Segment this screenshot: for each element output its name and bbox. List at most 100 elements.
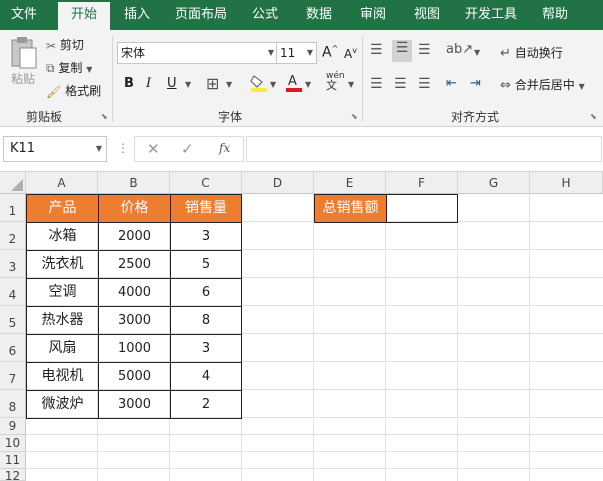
italic-button[interactable]: I <box>146 76 151 91</box>
wrap-text-button[interactable]: ↵ 自动换行 <box>500 44 563 61</box>
chevron-down-icon[interactable]: ▼ <box>185 80 191 89</box>
cancel-icon[interactable]: ✕ <box>147 140 160 158</box>
total-sales-label-cell[interactable]: 总销售额 <box>314 194 387 223</box>
format-painter-button[interactable]: 🖌 格式刷 <box>46 82 101 99</box>
table-cell[interactable]: 热水器 <box>26 306 99 335</box>
align-right-button[interactable]: ☰ <box>418 76 431 92</box>
table-cell[interactable]: 6 <box>170 278 242 307</box>
row-header[interactable]: 5 <box>0 306 26 334</box>
chevron-down-icon[interactable]: ▼ <box>579 82 585 91</box>
table-cell[interactable]: 1000 <box>98 334 171 363</box>
cut-button[interactable]: ✂ 剪切 <box>46 36 84 53</box>
table-cell[interactable]: 3000 <box>98 390 171 419</box>
column-header-c[interactable]: C <box>170 172 242 194</box>
table-cell[interactable]: 3000 <box>98 306 171 335</box>
formula-input[interactable] <box>246 136 602 162</box>
table-cell[interactable]: 5000 <box>98 362 171 391</box>
copy-button[interactable]: ⧉ 复制 ▼ <box>46 59 92 76</box>
table-header-cell[interactable]: 销售量 <box>170 194 242 223</box>
align-bottom-button[interactable]: ☰ <box>418 42 431 58</box>
table-cell[interactable]: 微波炉 <box>26 390 99 419</box>
table-cell[interactable]: 3 <box>170 334 242 363</box>
font-size-select[interactable]: 11 ▼ <box>276 42 317 64</box>
tab-developer[interactable]: 开发工具 <box>458 0 524 30</box>
chevron-down-icon[interactable]: ▼ <box>226 80 232 89</box>
column-header-f[interactable]: F <box>386 172 458 194</box>
table-cell[interactable]: 4000 <box>98 278 171 307</box>
row-header[interactable]: 10 <box>0 435 26 452</box>
name-box[interactable]: K11 ▼ <box>3 136 107 162</box>
table-cell[interactable]: 8 <box>170 306 242 335</box>
column-header-g[interactable]: G <box>458 172 530 194</box>
enter-icon[interactable]: ✓ <box>181 140 194 158</box>
shrink-font-button[interactable]: Av <box>344 46 357 61</box>
bold-button[interactable]: B <box>124 76 134 91</box>
font-color-button[interactable]: A <box>285 72 303 95</box>
align-top-button[interactable]: ☰ <box>370 42 383 58</box>
table-cell[interactable]: 5 <box>170 250 242 279</box>
increase-indent-button[interactable]: ⇥ <box>470 76 481 91</box>
select-all-corner[interactable] <box>0 172 26 194</box>
dialog-launcher-icon[interactable]: ⬊ <box>101 112 108 121</box>
dialog-launcher-icon[interactable]: ⬊ <box>351 112 358 121</box>
tab-data[interactable]: 数据 <box>296 0 342 30</box>
column-header-e[interactable]: E <box>314 172 386 194</box>
row-header[interactable]: 11 <box>0 452 26 469</box>
column-header-h[interactable]: H <box>530 172 603 194</box>
chevron-down-icon[interactable]: ▼ <box>305 80 311 89</box>
align-middle-button[interactable]: ☰ <box>392 40 412 62</box>
row-header[interactable]: 9 <box>0 418 26 435</box>
grow-font-button[interactable]: A^ <box>322 44 338 61</box>
row-header[interactable]: 4 <box>0 278 26 306</box>
tab-page-layout[interactable]: 页面布局 <box>168 0 234 30</box>
paste-button[interactable]: 粘贴 <box>6 36 40 87</box>
row-header[interactable]: 1 <box>0 194 26 222</box>
row-header[interactable]: 8 <box>0 390 26 418</box>
table-cell[interactable]: 电视机 <box>26 362 99 391</box>
font-name-select[interactable]: 宋体 ▼ <box>117 42 278 64</box>
total-sales-value-cell[interactable] <box>386 194 458 223</box>
column-header-d[interactable]: D <box>242 172 314 194</box>
table-cell[interactable]: 空调 <box>26 278 99 307</box>
row-header[interactable]: 2 <box>0 222 26 250</box>
chevron-down-icon[interactable]: ▼ <box>86 65 92 74</box>
column-header-a[interactable]: A <box>26 172 98 194</box>
chevron-down-icon[interactable]: ▼ <box>270 80 276 89</box>
table-cell[interactable]: 洗衣机 <box>26 250 99 279</box>
align-left-button[interactable]: ☰ <box>370 76 383 92</box>
orientation-button[interactable]: ab↗ <box>446 42 473 57</box>
table-header-cell[interactable]: 产品 <box>26 194 99 223</box>
tab-home[interactable]: 开始 <box>58 2 110 30</box>
tab-formulas[interactable]: 公式 <box>242 0 288 30</box>
table-cell[interactable]: 冰箱 <box>26 222 99 251</box>
table-cell[interactable]: 2 <box>170 390 242 419</box>
table-cell[interactable]: 2000 <box>98 222 171 251</box>
row-header[interactable]: 12 <box>0 469 26 481</box>
border-button[interactable]: ⊞ <box>206 74 219 93</box>
row-header[interactable]: 3 <box>0 250 26 278</box>
chevron-down-icon[interactable]: ▼ <box>474 48 480 57</box>
table-header-cell[interactable]: 价格 <box>98 194 171 223</box>
row-header[interactable]: 6 <box>0 334 26 362</box>
row-header[interactable]: 7 <box>0 362 26 390</box>
align-center-button[interactable]: ☰ <box>394 76 407 92</box>
underline-button[interactable]: U <box>167 76 177 91</box>
tab-review[interactable]: 审阅 <box>350 0 396 30</box>
dialog-launcher-icon[interactable]: ⬊ <box>590 112 597 121</box>
brush-icon: 🖌 <box>46 84 62 99</box>
column-header-b[interactable]: B <box>98 172 170 194</box>
merge-center-button[interactable]: ⇔ 合并后居中 ▼ <box>500 76 585 93</box>
tab-view[interactable]: 视图 <box>404 0 450 30</box>
table-cell[interactable]: 4 <box>170 362 242 391</box>
table-cell[interactable]: 2500 <box>98 250 171 279</box>
table-cell[interactable]: 风扇 <box>26 334 99 363</box>
fill-color-button[interactable] <box>250 72 268 95</box>
table-cell[interactable]: 3 <box>170 222 242 251</box>
tab-insert[interactable]: 插入 <box>114 0 160 30</box>
phonetic-button[interactable]: wén 文 <box>326 72 345 92</box>
tab-help[interactable]: 帮助 <box>532 0 578 30</box>
insert-function-icon[interactable]: fx <box>219 141 230 155</box>
tab-file[interactable]: 文件 <box>0 0 48 30</box>
decrease-indent-button[interactable]: ⇤ <box>446 76 457 91</box>
chevron-down-icon[interactable]: ▼ <box>348 80 354 89</box>
